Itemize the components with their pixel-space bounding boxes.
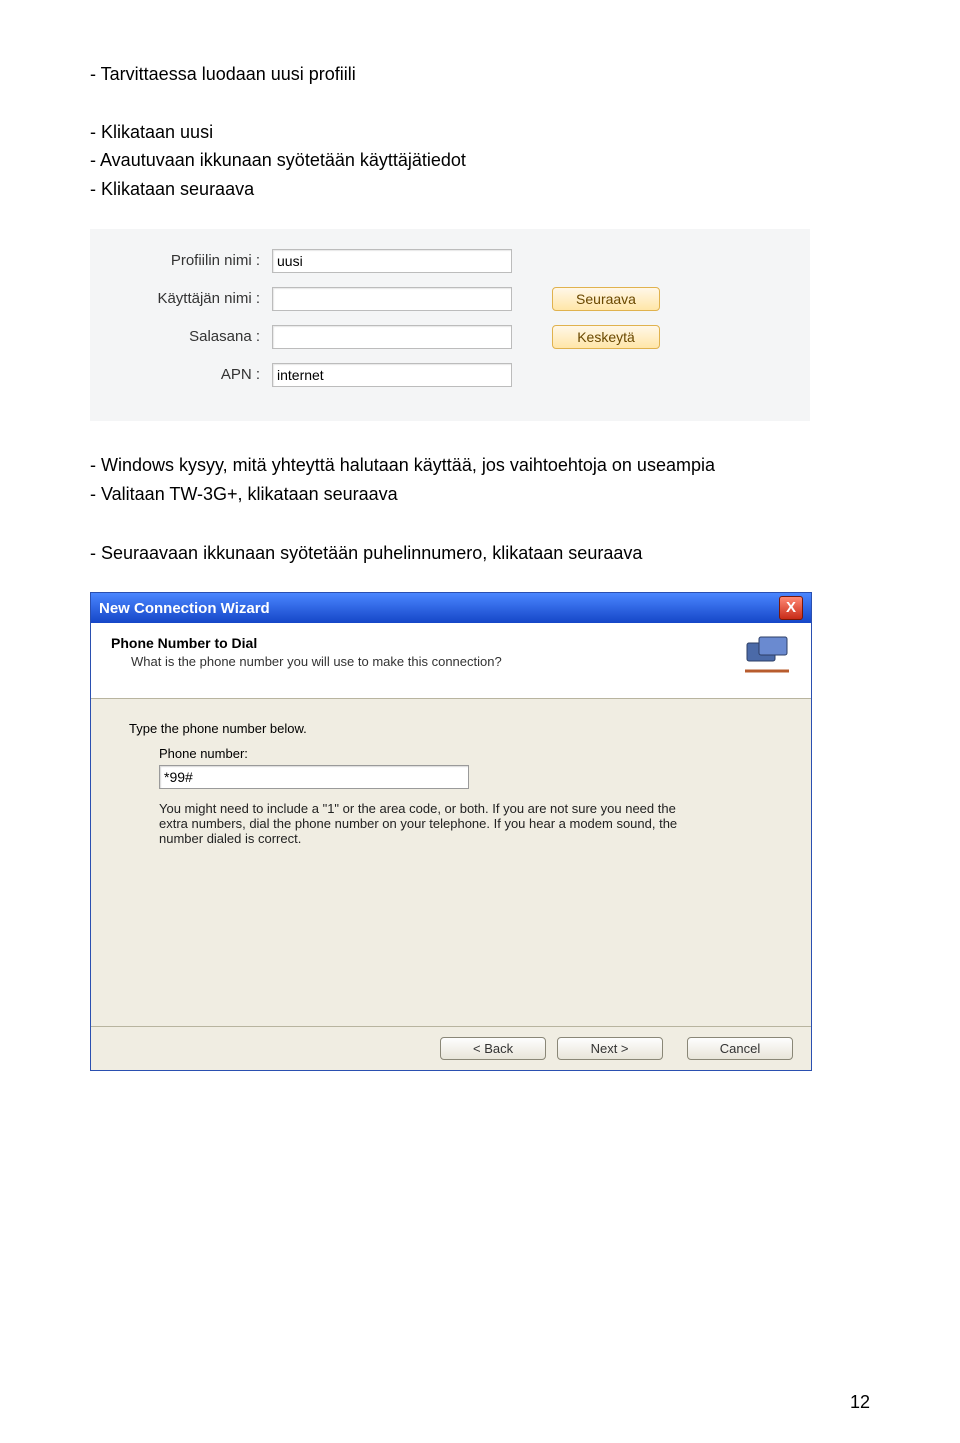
- bullet: - Seuraavaan ikkunaan syötetään puhelinn…: [90, 539, 870, 568]
- bullet: - Windows kysyy, mitä yhteyttä halutaan …: [90, 451, 870, 480]
- wizard-header-sub: What is the phone number you will use to…: [111, 651, 502, 669]
- wizard-title-text: New Connection Wizard: [99, 600, 270, 617]
- back-button[interactable]: < Back: [440, 1037, 546, 1060]
- profile-name-input[interactable]: uusi: [272, 249, 512, 273]
- network-wizard-icon: [743, 635, 791, 680]
- wizard-window: New Connection Wizard X Phone Number to …: [90, 592, 812, 1071]
- wizard-body: Type the phone number below. Phone numbe…: [91, 699, 811, 1026]
- phone-number-label: Phone number:: [129, 746, 773, 761]
- intro-list-3: - Seuraavaan ikkunaan syötetään puhelinn…: [90, 539, 870, 568]
- password-label: Salasana :: [100, 328, 272, 345]
- apn-label: APN :: [100, 366, 272, 383]
- wizard-header: Phone Number to Dial What is the phone n…: [91, 623, 811, 699]
- wizard-hint-text: You might need to include a "1" or the a…: [129, 789, 679, 846]
- close-icon[interactable]: X: [779, 596, 803, 620]
- intro-list-2: - Windows kysyy, mitä yhteyttä halutaan …: [90, 451, 870, 509]
- intro-list-1: - Tarvittaessa luodaan uusi profiili - K…: [90, 60, 870, 204]
- wizard-footer: < Back Next > Cancel: [91, 1026, 811, 1070]
- bullet: - Avautuvaan ikkunaan syötetään käyttäjä…: [90, 146, 870, 175]
- cancel-button[interactable]: Keskeytä: [552, 325, 660, 349]
- apn-input[interactable]: internet: [272, 363, 512, 387]
- bullet: - Valitaan TW-3G+, klikataan seuraava: [90, 480, 870, 509]
- wizard-titlebar: New Connection Wizard X: [91, 593, 811, 623]
- next-button[interactable]: Next >: [557, 1037, 663, 1060]
- profile-name-label: Profiilin nimi :: [100, 252, 272, 269]
- username-label: Käyttäjän nimi :: [100, 290, 272, 307]
- username-input[interactable]: [272, 287, 512, 311]
- profile-form-panel: Profiilin nimi : uusi Käyttäjän nimi : S…: [90, 229, 810, 421]
- page-number: 12: [850, 1392, 870, 1413]
- wizard-intro-text: Type the phone number below.: [129, 721, 773, 736]
- cancel-button[interactable]: Cancel: [687, 1037, 793, 1060]
- password-input[interactable]: [272, 325, 512, 349]
- bullet: - Klikataan uusi: [90, 118, 870, 147]
- bullet: - Klikataan seuraava: [90, 175, 870, 204]
- bullet: - Tarvittaessa luodaan uusi profiili: [90, 60, 870, 89]
- next-button[interactable]: Seuraava: [552, 287, 660, 311]
- wizard-header-title: Phone Number to Dial: [111, 635, 502, 651]
- phone-number-input[interactable]: *99#: [159, 765, 469, 789]
